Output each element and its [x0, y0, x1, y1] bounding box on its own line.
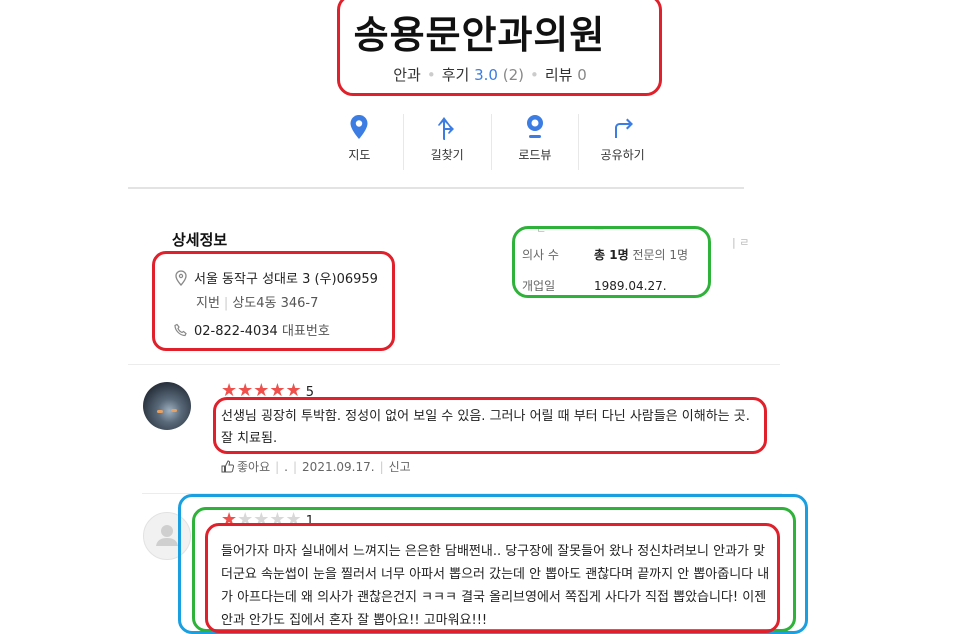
location-icon [175, 270, 187, 286]
jibun-row: 지번 | 상도4동 346-7 [196, 292, 318, 311]
open-date-label: 개업일 [522, 279, 556, 293]
pipe-separator: | [379, 460, 384, 474]
dot-separator: • [426, 66, 436, 84]
phone-row: 02-822-4034 대표번호 [174, 320, 330, 339]
star-rating: ★★★★★ [221, 509, 302, 530]
place-title: 송용문안과의원 [353, 13, 606, 57]
faint-text: ㅡ [594, 223, 605, 236]
roadview-icon [526, 115, 543, 138]
doctor-count-label: 의사 수 [522, 248, 559, 262]
reviewer-avatar[interactable] [143, 382, 191, 430]
pipe-separator: | [275, 460, 280, 474]
rating-value[interactable]: 3.0 [474, 66, 498, 84]
roadview-button[interactable]: 로드뷰 [492, 114, 580, 170]
open-date-row: 개업일 1989.04.27. [522, 277, 667, 294]
open-date-value: 1989.04.27. [594, 279, 667, 293]
avatar-detail [157, 410, 163, 413]
avatar-detail [171, 409, 177, 412]
reviewer-avatar-default[interactable] [143, 512, 191, 560]
review-1-text: 선생님 굉장히 투박함. 정성이 없어 보일 수 있음. 그러나 어릴 때 부터… [221, 409, 750, 446]
directions-button[interactable]: 길찾기 [404, 114, 492, 170]
report-link[interactable]: 신고 [389, 460, 411, 474]
user-icon [156, 525, 178, 546]
phone-icon [174, 323, 187, 337]
category-label: 안과 [393, 66, 421, 84]
map-pin-icon [350, 115, 368, 139]
review-label: 후기 [441, 66, 470, 84]
directions-button-label: 길찾기 [430, 148, 464, 162]
doctor-count-value: 총 1명 [594, 248, 629, 262]
doctor-count-row: 의사 수 총 1명 전문의 1명 [522, 246, 688, 263]
phone-number[interactable]: 02-822-4034 [194, 324, 278, 339]
blog-review-label: 리뷰 [544, 66, 573, 84]
phone-label: 대표번호 [281, 324, 330, 339]
action-bar: 지도 길찾기 로드뷰 공유하기 [316, 114, 666, 170]
like-count: . [284, 460, 288, 474]
detail-section-title: 상세정보 [172, 231, 228, 249]
pipe-separator: | [223, 296, 229, 311]
rating-count: (2) [502, 66, 524, 84]
place-subline: 안과 • 후기 3.0 (2) • 리뷰 0 [0, 64, 959, 85]
directions-icon [438, 117, 455, 140]
review-1-meta: 좋아요 |. | 2021.09.17. | 신고 [221, 458, 411, 475]
review-2-rating: ★★★★★ 1 [221, 509, 314, 530]
review-date: 2021.09.17. [302, 460, 375, 474]
address-row: 서울 동작구 성대로 3 (우)06959 [174, 268, 378, 287]
review-2-text: 들어가자 마자 실내에서 느껴지는 은은한 담배쩐내.. 당구장에 잘못들어 왔… [221, 544, 770, 628]
review-score: 5 [305, 385, 314, 400]
doctor-specialist: 전문의 1명 [632, 248, 689, 262]
faint-text: ㄴ [536, 223, 547, 236]
like-label[interactable]: 좋아요 [237, 460, 270, 474]
section-divider [128, 364, 780, 365]
dot-separator: • [529, 66, 539, 84]
share-button-label: 공유하기 [600, 148, 645, 162]
map-button[interactable]: 지도 [316, 114, 404, 170]
address-text[interactable]: 서울 동작구 성대로 3 (우)06959 [194, 272, 378, 287]
section-divider [128, 187, 744, 189]
faint-text: | ㄹ [732, 236, 750, 249]
pipe-separator: | [293, 460, 298, 474]
thumbs-up-icon[interactable] [221, 460, 235, 473]
share-icon [614, 118, 633, 138]
review-score: 1 [305, 514, 314, 529]
jibun-text: 상도4동 346-7 [232, 296, 319, 311]
review-1-rating: ★★★★★ 5 [221, 380, 314, 401]
roadview-button-label: 로드뷰 [518, 148, 552, 162]
map-button-label: 지도 [348, 148, 371, 162]
share-button[interactable]: 공유하기 [579, 114, 666, 170]
jibun-label: 지번 [196, 296, 220, 311]
review-divider [142, 493, 782, 494]
blog-review-count: 0 [577, 66, 587, 84]
star-rating: ★★★★★ [221, 380, 302, 401]
